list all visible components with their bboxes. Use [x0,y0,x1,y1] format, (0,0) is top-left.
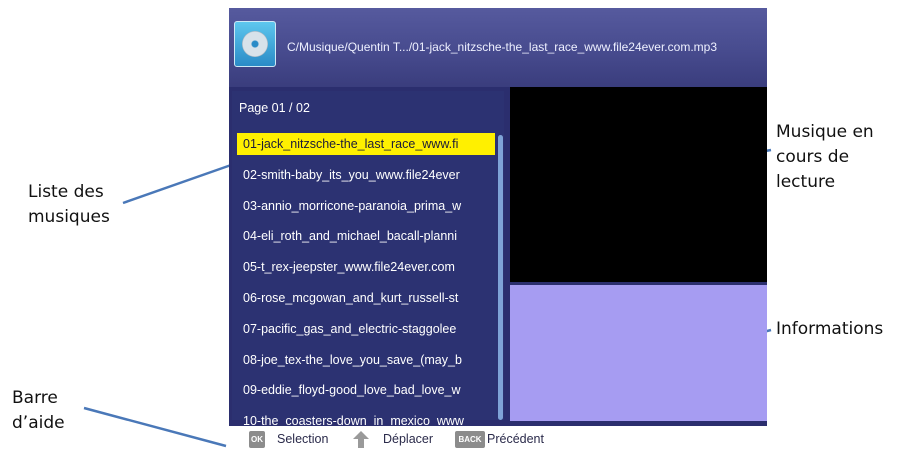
playlist-track[interactable]: 05-t_rex-jeepster_www.file24ever.com [237,256,495,278]
playlist-track[interactable]: 09-eddie_floyd-good_love_bad_love_w [237,379,495,401]
help-move-label: Déplacer [383,432,434,446]
music-disc-icon [234,21,276,67]
header-bar: C/Musique/Quentin T.../01-jack_nitzsche-… [229,8,767,87]
back-key-icon: BACK [455,431,485,448]
playlist-track[interactable]: 08-joe_tex-the_love_you_save_(may_b [237,349,495,371]
pointer-playlist [122,162,235,205]
info-panel [510,285,767,421]
playlist-track[interactable]: 03-annio_morricone-paranoia_prima_w [237,195,495,217]
file-path: C/Musique/Quentin T.../01-jack_nitzsche-… [287,40,717,54]
playlist-track[interactable]: 06-rose_mcgowan_and_kurt_russell-st [237,287,495,309]
playlist-track[interactable]: 04-eli_roth_and_michael_bacall-planni [237,225,495,247]
help-back-label: Précédent [487,432,544,446]
playlist-track[interactable]: 02-smith-baby_its_you_www.file24ever [237,164,495,186]
help-select-label: Selection [277,432,329,446]
playlist-track[interactable]: 01-jack_nitzsche-the_last_race_www.fi [237,133,495,155]
media-player-screen: C/Musique/Quentin T.../01-jack_nitzsche-… [229,8,767,452]
move-arrow-icon [353,431,369,448]
help-bar: OK Selection Déplacer BACK Précédent [229,426,767,452]
ok-key-icon: OK [249,431,265,448]
playlist-panel: Page 01 / 02 01-jack_nitzsche-the_last_r… [232,91,504,428]
now-playing-panel [510,87,767,282]
page-indicator: Page 01 / 02 [239,101,310,115]
pointer-help-bar [83,406,227,448]
playlist-scrollbar[interactable] [498,135,503,420]
playlist-track[interactable]: 07-pacific_gas_and_electric-staggolee [237,318,495,340]
